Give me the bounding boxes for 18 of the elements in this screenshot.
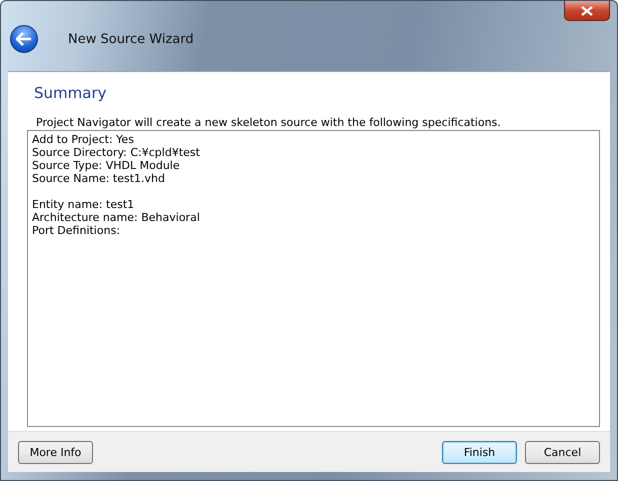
summary-line: Entity name: test1 (32, 198, 136, 211)
close-icon (581, 6, 593, 16)
close-button[interactable] (564, 1, 610, 21)
summary-line: Architecture name: Behavioral (32, 211, 201, 224)
summary-line: Port Definitions: (32, 224, 122, 237)
summary-line: Source Type: VHDL Module (32, 159, 181, 172)
back-button[interactable] (10, 25, 38, 53)
dialog-button[interactable]: Cancel (525, 440, 600, 464)
page-heading: Summary (34, 84, 108, 102)
summary-line: Source Name: test1.vhd (32, 172, 166, 185)
window-title: New Source Wizard (68, 32, 194, 46)
summary-text-area[interactable]: Add to Project: Yes Source Directory: C:¥cpld¥test Source Type: VHDL Module Source Name: test1.vhd Entity name: test1 Architecture name: Behavioral Port Definitions: (27, 130, 600, 427)
dialog-button[interactable]: Finish (442, 440, 517, 464)
intro-text: Project Navigator will create a new skeleton source with the following specifications. (36, 116, 502, 129)
info-button[interactable]: More Info (18, 440, 93, 464)
summary-line: Add to Project: Yes (32, 133, 135, 146)
back-arrow-icon (16, 32, 32, 46)
summary-line: Source Directory: C:¥cpld¥test (32, 146, 201, 159)
